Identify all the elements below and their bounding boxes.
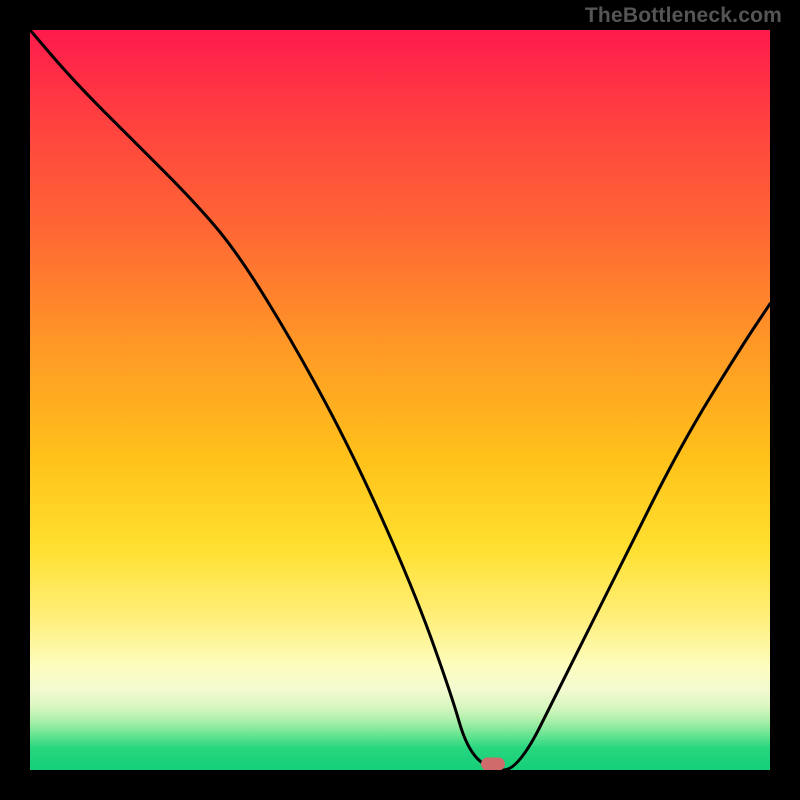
optimal-marker (481, 758, 505, 771)
curve-svg (30, 30, 770, 770)
plot-area (30, 30, 770, 770)
chart-frame: TheBottleneck.com (0, 0, 800, 800)
watermark-text: TheBottleneck.com (585, 4, 782, 28)
bottleneck-curve (30, 30, 770, 770)
